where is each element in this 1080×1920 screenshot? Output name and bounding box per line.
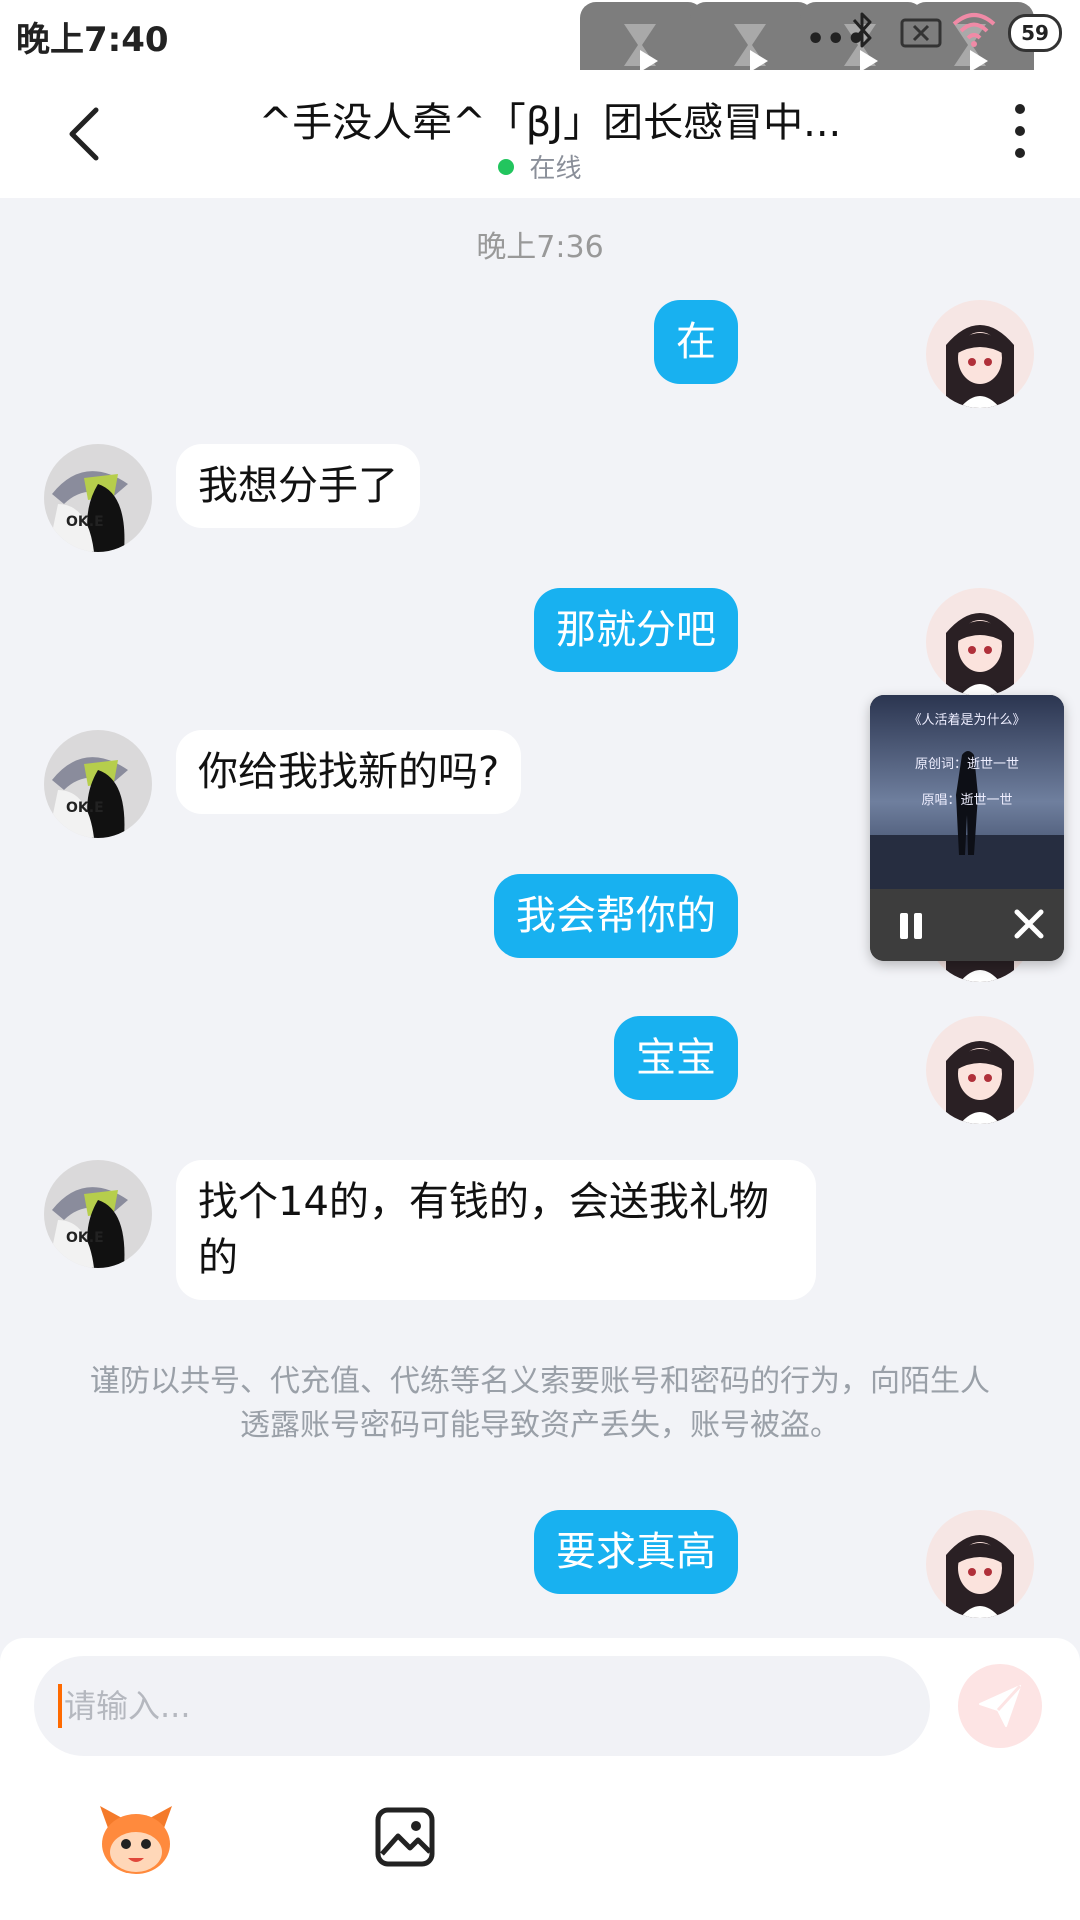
more-vertical-icon[interactable]	[1000, 104, 1040, 164]
message-bubble-outgoing[interactable]: 宝宝	[614, 1016, 738, 1100]
composer-bar	[0, 1638, 1080, 1920]
pause-icon[interactable]	[896, 909, 926, 943]
presence-label: 在线	[529, 154, 582, 184]
album-cover-credit: 原创词：逝世一世	[914, 757, 1019, 772]
bluetooth-icon	[852, 12, 872, 48]
my-avatar[interactable]	[926, 300, 1034, 408]
my-avatar[interactable]	[926, 588, 1034, 696]
my-avatar[interactable]	[926, 1510, 1034, 1618]
close-icon[interactable]	[1012, 907, 1046, 941]
wifi-icon	[952, 13, 996, 47]
message-bubble-incoming[interactable]: 你给我找新的吗?	[176, 730, 522, 814]
sim-disabled-icon	[900, 18, 942, 48]
emoji-mascot-icon[interactable]	[94, 1800, 178, 1878]
send-icon	[979, 1684, 1022, 1727]
my-avatar[interactable]	[926, 1016, 1034, 1124]
album-cover-credit: 原唱：逝世一世	[921, 793, 1013, 808]
message-bubble-outgoing[interactable]: 要求真高	[534, 1510, 738, 1594]
security-notice: 谨防以共号、代充值、代练等名义索要账号和密码的行为，向陌生人透露账号密码可能导致…	[90, 1364, 990, 1443]
status-bar: 晚上7:40 ••• 59	[0, 0, 1080, 90]
message-bubble-incoming[interactable]: 我想分手了	[176, 444, 420, 528]
status-time: 晚上7:40	[16, 20, 169, 60]
image-icon[interactable]	[374, 1806, 436, 1868]
message-input[interactable]	[34, 1656, 930, 1756]
chat-title[interactable]: ^手没人牵^「βJ」团长感冒中...	[250, 90, 850, 148]
message-timestamp: 晚上7:36	[476, 230, 604, 265]
contact-avatar[interactable]	[44, 730, 152, 838]
album-cover-title: 《人活着是为什么》	[908, 713, 1026, 728]
online-dot	[498, 158, 515, 175]
chat-header: ^手没人牵^「βJ」团长感冒中... 在线	[0, 70, 1080, 198]
message-bubble-outgoing[interactable]: 在	[654, 300, 738, 384]
contact-avatar[interactable]	[44, 444, 152, 552]
floating-music-player[interactable]: 《人活着是为什么》 原创词：逝世一世 原唱：逝世一世	[870, 695, 1064, 961]
mini-player-controls	[870, 889, 1064, 961]
presence-status: 在线	[0, 148, 1080, 185]
message-bubble-incoming[interactable]: 找个14的，有钱的，会送我礼物的	[176, 1160, 816, 1300]
message-bubble-outgoing[interactable]: 那就分吧	[534, 588, 738, 672]
battery-indicator: 59	[1008, 14, 1062, 52]
text-caret	[58, 1684, 62, 1728]
message-bubble-outgoing[interactable]: 我会帮你的	[494, 874, 738, 958]
contact-avatar[interactable]	[44, 1160, 152, 1268]
send-button[interactable]	[958, 1664, 1042, 1748]
